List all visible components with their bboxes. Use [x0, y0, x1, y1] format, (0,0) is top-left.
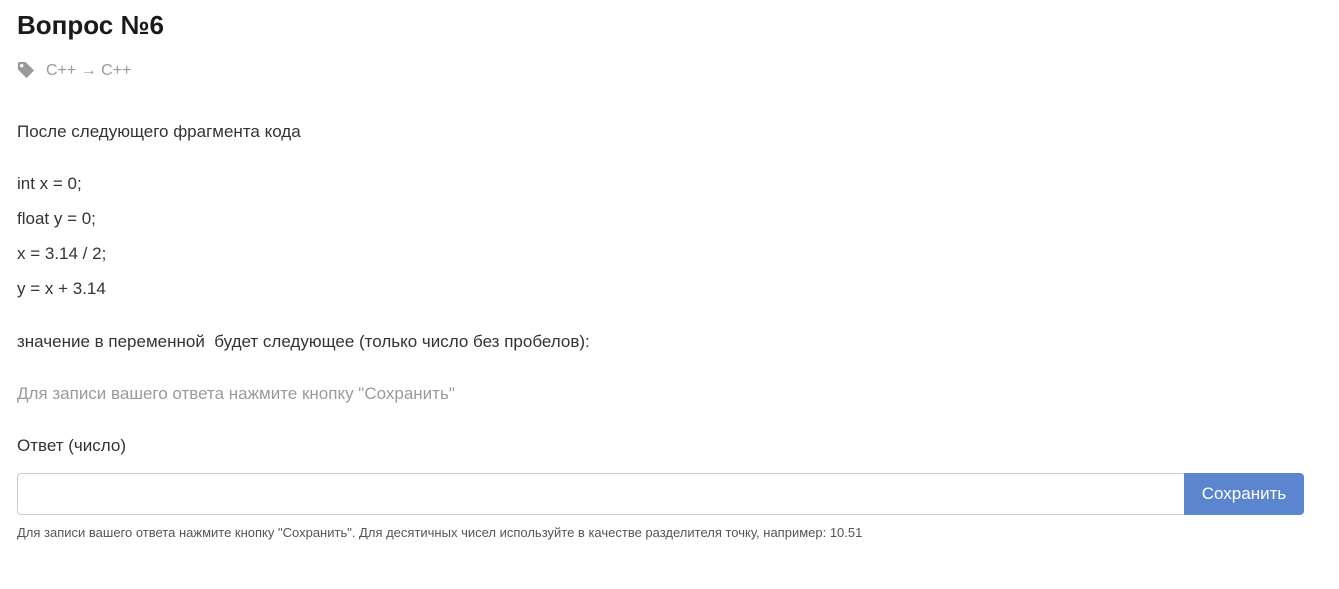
tag-list: C++ → C++	[17, 61, 131, 80]
tag-icon	[17, 61, 36, 80]
question-prompt: значение в переменной будет следующее (т…	[17, 332, 590, 351]
code-line: int x = 0;	[17, 174, 82, 193]
question-page: Вопрос №6 C++ → C++ После следующего фра…	[0, 0, 1339, 589]
answer-input[interactable]	[17, 473, 1184, 515]
answer-label: Ответ (число)	[17, 436, 126, 455]
page-title: Вопрос №6	[17, 10, 164, 40]
tag-path: C++ → C++	[46, 61, 132, 79]
code-line: float y = 0;	[17, 209, 96, 228]
answer-input-group: Сохранить	[17, 473, 1304, 515]
code-line: y = x + 3.14	[17, 279, 106, 298]
question-intro: После следующего фрагмента кода	[17, 122, 301, 141]
code-line: x = 3.14 / 2;	[17, 244, 107, 263]
save-hint: Для записи вашего ответа нажмите кнопку …	[17, 384, 455, 403]
save-button[interactable]: Сохранить	[1184, 473, 1304, 515]
answer-footnote: Для записи вашего ответа нажмите кнопку …	[17, 525, 863, 540]
